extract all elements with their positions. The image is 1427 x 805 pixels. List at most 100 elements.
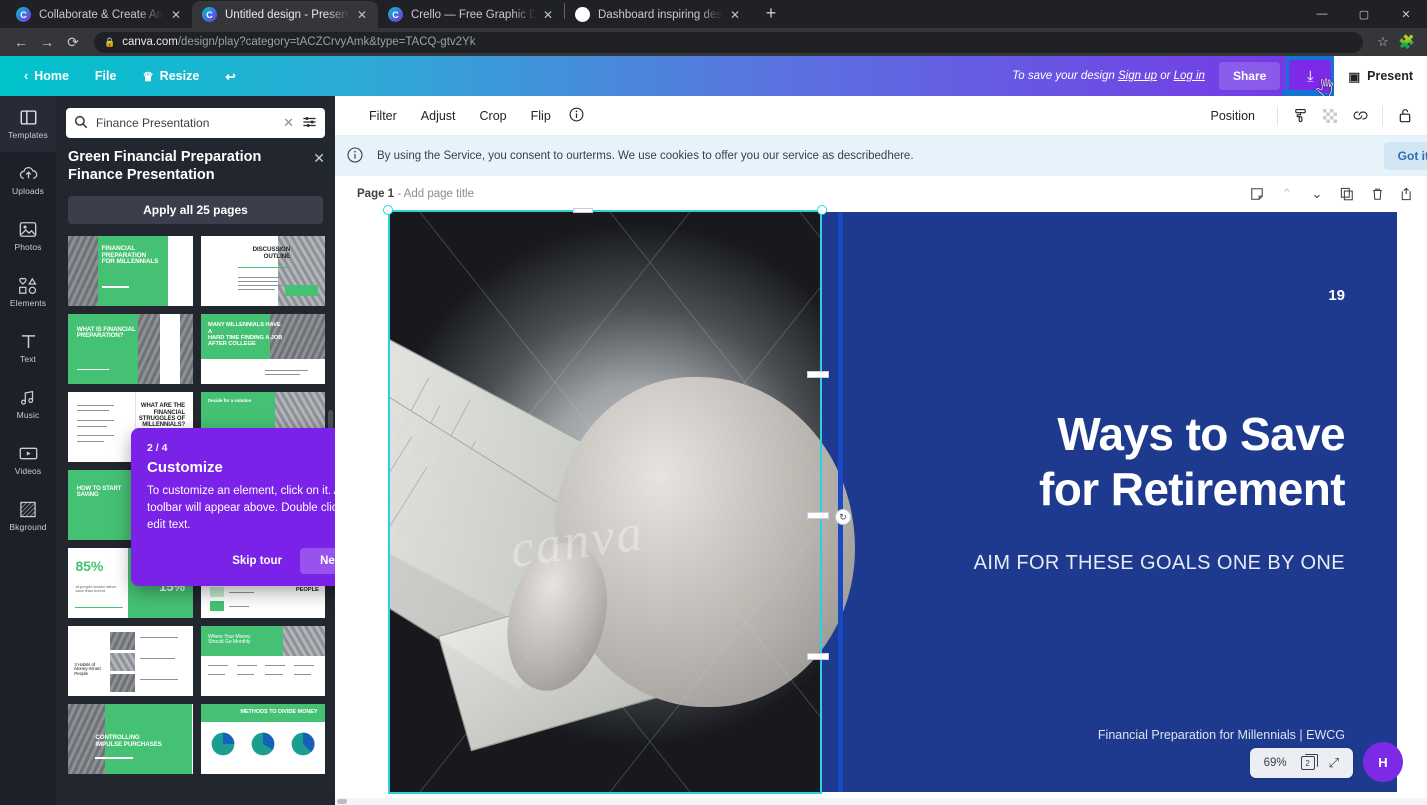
sidebar-item-elements[interactable]: Elements — [0, 264, 56, 320]
sidebar-item-label: Text — [20, 353, 36, 364]
template-thumbnail[interactable]: DISCUSSION OUTLINE — [200, 236, 325, 307]
terms-link[interactable]: terms — [583, 150, 612, 162]
lock-icon[interactable] — [1391, 102, 1419, 130]
close-icon[interactable]: ✕ — [168, 7, 184, 23]
file-button[interactable]: File — [83, 63, 129, 89]
transparency-checker-icon[interactable] — [1316, 102, 1344, 130]
search-input[interactable] — [96, 116, 276, 130]
canvas-area: canva 19 Ways to Save for Retirement AIM… — [357, 205, 1403, 794]
slide-image[interactable]: canva — [390, 212, 855, 792]
selection-handle-right-lower[interactable] — [807, 653, 829, 660]
here-link[interactable]: here — [887, 150, 910, 162]
link-icon[interactable] — [1346, 102, 1374, 130]
new-tab-button[interactable]: + — [757, 0, 785, 28]
page-count-icon[interactable]: 2 — [1300, 754, 1318, 770]
share-button[interactable]: Share — [1218, 62, 1281, 90]
zoom-controls: 69% 2 ⤢ — [1249, 748, 1353, 778]
search-box[interactable]: ✕ — [66, 108, 325, 138]
crop-button[interactable]: Crop — [468, 109, 519, 123]
present-button[interactable]: ▣ Present — [1334, 56, 1427, 96]
chevron-down-icon[interactable]: ⌄ — [1307, 184, 1327, 204]
expand-icon[interactable]: ⤢ — [1329, 755, 1339, 771]
slide-footer[interactable]: Financial Preparation for Millennials | … — [845, 728, 1345, 742]
help-button[interactable]: H — [1363, 742, 1403, 782]
browser-tab-4[interactable]: G Dashboard inspiring designs - G ✕ — [565, 1, 751, 28]
sidebar-item-videos[interactable]: Videos — [0, 432, 56, 488]
info-icon[interactable] — [563, 107, 584, 125]
browser-tab-2[interactable]: C Untitled design - Presentation (1 ✕ — [192, 1, 378, 28]
canva-header: ‹ Home File ♛ Resize ↩ To save your desi… — [0, 56, 1427, 99]
forward-icon[interactable]: → — [34, 29, 60, 55]
close-icon[interactable]: ✕ — [283, 115, 294, 131]
filter-sliders-icon[interactable] — [302, 115, 317, 132]
template-thumbnail[interactable]: CONTROLLiNG IMPULSE PURCHASES — [68, 704, 193, 775]
sidebar-item-templates[interactable]: Templates — [0, 96, 56, 152]
skip-tour-button[interactable]: Skip tour — [220, 548, 294, 574]
close-window-icon[interactable]: ✕ — [1385, 0, 1427, 28]
url-host: canva.com — [122, 36, 178, 48]
toolbar-right-group: Position — [1197, 89, 1427, 136]
minimize-icon[interactable]: — — [1301, 0, 1343, 28]
filter-button[interactable]: Filter — [357, 109, 409, 123]
copy-icon[interactable] — [1337, 184, 1357, 204]
close-icon[interactable]: ✕ — [305, 148, 325, 167]
sidebar-item-photos[interactable]: Photos — [0, 208, 56, 264]
header-right-group: To save your design Sign up or Log in Sh… — [1012, 56, 1427, 99]
browser-tab-3[interactable]: C Crello — Free Graphic Design So ✕ — [378, 1, 564, 28]
template-thumbnail[interactable]: MANY MILLENNIALS HAVE A HARD TIME FINDING… — [200, 314, 325, 385]
add-page-title-placeholder[interactable]: - Add page title — [397, 188, 474, 200]
undo-icon[interactable]: ↩ — [213, 63, 247, 90]
template-thumbnail[interactable]: METHODS TO DIVIDE MONEY — [200, 704, 325, 775]
apply-all-pages-button[interactable]: Apply all 25 pages — [68, 196, 323, 224]
reload-icon[interactable]: ⟳ — [60, 29, 86, 55]
selection-handle-right-upper[interactable] — [807, 371, 829, 378]
log-in-link[interactable]: Log in — [1174, 70, 1205, 82]
sidebar-item-uploads[interactable]: Uploads — [0, 152, 56, 208]
position-button[interactable]: Position — [1197, 109, 1269, 123]
rotate-icon[interactable]: ↻ — [835, 509, 851, 525]
adjust-button[interactable]: Adjust — [409, 109, 468, 123]
back-icon[interactable]: ← — [8, 29, 34, 55]
horizontal-scrollbar[interactable] — [335, 798, 1427, 805]
close-icon[interactable]: ✕ — [727, 7, 743, 23]
tour-heading: Customize — [147, 459, 223, 476]
add-page-icon[interactable] — [1397, 184, 1417, 204]
scrollbar-thumb[interactable] — [337, 799, 347, 804]
sidebar-item-music[interactable]: Music — [0, 376, 56, 432]
selection-handle-top-center[interactable] — [573, 208, 593, 213]
page-title-row[interactable]: Page 1 - Add page title — [357, 188, 474, 200]
flip-button[interactable]: Flip — [519, 109, 563, 123]
home-button[interactable]: ‹ Home — [12, 63, 81, 89]
notes-icon[interactable] — [1247, 184, 1267, 204]
close-icon[interactable]: ✕ — [354, 7, 370, 23]
puzzle-icon[interactable]: 🧩 — [1395, 30, 1419, 54]
selection-handle-top-right[interactable] — [817, 205, 827, 215]
address-bar[interactable]: 🔒 canva.com /design/play?category=tACZCr… — [94, 31, 1363, 53]
maximize-icon[interactable]: ▢ — [1343, 0, 1385, 28]
template-thumbnail[interactable]: FINANCIAL PREPARATION FOR MiLLENNIALS — [68, 236, 193, 307]
image-frame-edge — [838, 212, 843, 792]
slide-title[interactable]: Ways to Save for Retirement — [845, 407, 1346, 517]
chevron-up-icon[interactable]: ⌃ — [1277, 184, 1297, 204]
trash-icon[interactable] — [1367, 184, 1387, 204]
image-toolbar: Filter Adjust Crop Flip Position — [335, 89, 1427, 136]
search-row: ✕ — [56, 96, 335, 146]
template-thumbnail[interactable]: 3 Habits of Money-Smart People — [68, 626, 193, 697]
sidebar-item-background[interactable]: Bkground — [0, 488, 56, 544]
close-icon[interactable]: ✕ — [540, 7, 556, 23]
got-it-button[interactable]: Got it — [1383, 142, 1427, 170]
selection-handle-right-middle[interactable] — [807, 512, 829, 519]
template-thumbnail[interactable]: Where Your Money Should Go Monthly — [200, 626, 325, 697]
sidebar-item-text[interactable]: Text — [0, 320, 56, 376]
selection-handle-top-left[interactable] — [383, 205, 393, 215]
star-icon[interactable]: ☆ — [1371, 30, 1395, 54]
slide-subtitle[interactable]: AIM FOR THESE GOALS ONE BY ONE — [845, 552, 1345, 575]
template-thumbnail[interactable]: WHAT IS FINANCIAL PREPARATION? — [68, 314, 193, 385]
slide-canvas[interactable]: canva 19 Ways to Save for Retirement AIM… — [390, 212, 1397, 792]
browser-tab-1[interactable]: C Collaborate & Create Amazing G ✕ — [6, 1, 192, 28]
zoom-level[interactable]: 69% — [1264, 757, 1287, 769]
sign-up-link[interactable]: Sign up — [1118, 70, 1157, 82]
present-screen-icon: ▣ — [1348, 69, 1361, 84]
resize-button[interactable]: ♛ Resize — [130, 63, 211, 90]
paint-roller-icon[interactable] — [1282, 89, 1318, 130]
